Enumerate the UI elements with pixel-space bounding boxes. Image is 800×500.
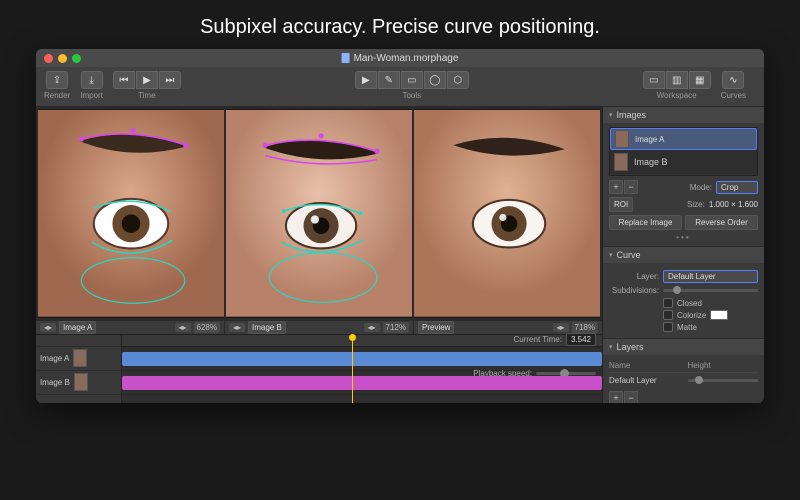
- window-controls[interactable]: [44, 54, 81, 63]
- closed-checkbox[interactable]: Closed: [663, 298, 758, 308]
- thumbnail-icon: [74, 373, 88, 391]
- tool-rect[interactable]: ▭: [401, 71, 423, 89]
- document-icon: [342, 53, 350, 63]
- layers-panel-header[interactable]: Layers: [603, 339, 764, 355]
- tool-mask[interactable]: ⬡: [447, 71, 469, 89]
- replace-image-button[interactable]: Replace Image: [609, 215, 682, 230]
- image-list: Image A Image B: [609, 127, 758, 176]
- workspace-2[interactable]: ▥: [666, 71, 688, 89]
- hero-headline: Subpixel accuracy. Precise curve positio…: [0, 0, 800, 49]
- view-b-zoomctl[interactable]: ◂▸: [364, 323, 380, 332]
- viewport-b[interactable]: [226, 109, 412, 318]
- timeline-row-warp[interactable]: Warp: [36, 395, 121, 403]
- image-item-b[interactable]: Image B: [610, 150, 757, 175]
- view-a-select[interactable]: Image A: [59, 321, 96, 334]
- view-p-select[interactable]: Preview: [418, 321, 454, 334]
- colorize-checkbox[interactable]: Colorize: [663, 310, 758, 320]
- roi-button[interactable]: ROI: [609, 197, 633, 212]
- view-p-zoom[interactable]: 718%: [572, 322, 598, 333]
- reverse-order-button[interactable]: Reverse Order: [685, 215, 758, 230]
- image-item-a[interactable]: Image A: [610, 128, 757, 150]
- subdivisions-slider[interactable]: [663, 289, 758, 292]
- curve-panel-header[interactable]: Curve: [603, 247, 764, 263]
- remove-image-button[interactable]: −: [624, 180, 638, 194]
- tool-pen[interactable]: ✎: [378, 71, 400, 89]
- tool-ellipse[interactable]: ◯: [424, 71, 446, 89]
- workspace-3[interactable]: ▦: [689, 71, 711, 89]
- layer-height-slider[interactable]: [688, 379, 759, 382]
- thumbnail-icon: [615, 130, 629, 148]
- view-b-select[interactable]: Image B: [248, 321, 286, 334]
- inspector-sidebar: Images Image A Image B +− Mode: Crop ROI…: [602, 107, 764, 403]
- time-play-button[interactable]: ▶: [136, 71, 158, 89]
- add-image-button[interactable]: +: [609, 180, 623, 194]
- time-end-button[interactable]: ⏭: [159, 71, 181, 89]
- timeline: Image A Image B Warp Current Time: 3.542…: [36, 334, 602, 403]
- curves-button[interactable]: ∿: [722, 71, 744, 89]
- timeline-tracks[interactable]: Current Time: 3.542 Playback speed:: [122, 335, 602, 403]
- size-value: 1.000 × 1.600: [709, 200, 758, 209]
- time-label: Time: [138, 91, 155, 100]
- viewport-preview[interactable]: [414, 109, 600, 318]
- timeline-row-a[interactable]: Image A: [36, 347, 121, 371]
- viewport-footer: ◂▸ Image A ◂▸ 628% ◂▸ Image B ◂▸ 712% Pr…: [36, 320, 602, 334]
- toolbar: ⇪ Render ⤓ Import ⏮ ▶ ⏭ Time ▶ ✎ ▭ ◯ ⬡ T…: [36, 67, 764, 107]
- time-start-button[interactable]: ⏮: [113, 71, 135, 89]
- thumbnail-icon: [614, 153, 628, 171]
- view-a-tag: ◂▸: [40, 323, 56, 332]
- tools-label: Tools: [402, 91, 421, 100]
- workspace-label: Workspace: [657, 91, 697, 100]
- add-layer-button[interactable]: +: [609, 391, 623, 403]
- document-title: Man-Woman.morphage: [342, 53, 459, 64]
- import-button[interactable]: ⤓: [81, 71, 103, 89]
- import-label: Import: [80, 91, 103, 100]
- colorize-swatch[interactable]: [710, 310, 728, 320]
- images-panel-header[interactable]: Images: [603, 107, 764, 123]
- view-a-zoomctl[interactable]: ◂▸: [175, 323, 191, 332]
- curves-label: Curves: [721, 91, 746, 100]
- tool-pointer[interactable]: ▶: [355, 71, 377, 89]
- workspace-1[interactable]: ▭: [643, 71, 665, 89]
- more-indicator[interactable]: •••: [609, 233, 758, 242]
- view-b-tag: ◂▸: [229, 323, 245, 332]
- render-button[interactable]: ⇪: [46, 71, 68, 89]
- playhead[interactable]: [352, 335, 353, 403]
- view-b-zoom[interactable]: 712%: [383, 322, 409, 333]
- render-label: Render: [44, 91, 70, 100]
- view-a-zoom[interactable]: 628%: [194, 322, 220, 333]
- app-window: Man-Woman.morphage ⇪ Render ⤓ Import ⏮ ▶…: [36, 49, 764, 403]
- thumbnail-icon: [73, 349, 87, 367]
- current-time-label: Current Time:: [514, 335, 562, 344]
- layer-row[interactable]: Default Layer: [609, 373, 758, 388]
- remove-layer-button[interactable]: −: [624, 391, 638, 403]
- mode-select[interactable]: Crop: [716, 181, 758, 194]
- curve-layer-select[interactable]: Default Layer: [663, 270, 758, 283]
- titlebar: Man-Woman.morphage: [36, 49, 764, 67]
- current-time-field[interactable]: 3.542: [566, 333, 596, 346]
- viewport-a[interactable]: [38, 109, 224, 318]
- timeline-row-b[interactable]: Image B: [36, 371, 121, 395]
- view-p-zoomctl[interactable]: ◂▸: [553, 323, 569, 332]
- matte-checkbox[interactable]: Matte: [663, 322, 758, 332]
